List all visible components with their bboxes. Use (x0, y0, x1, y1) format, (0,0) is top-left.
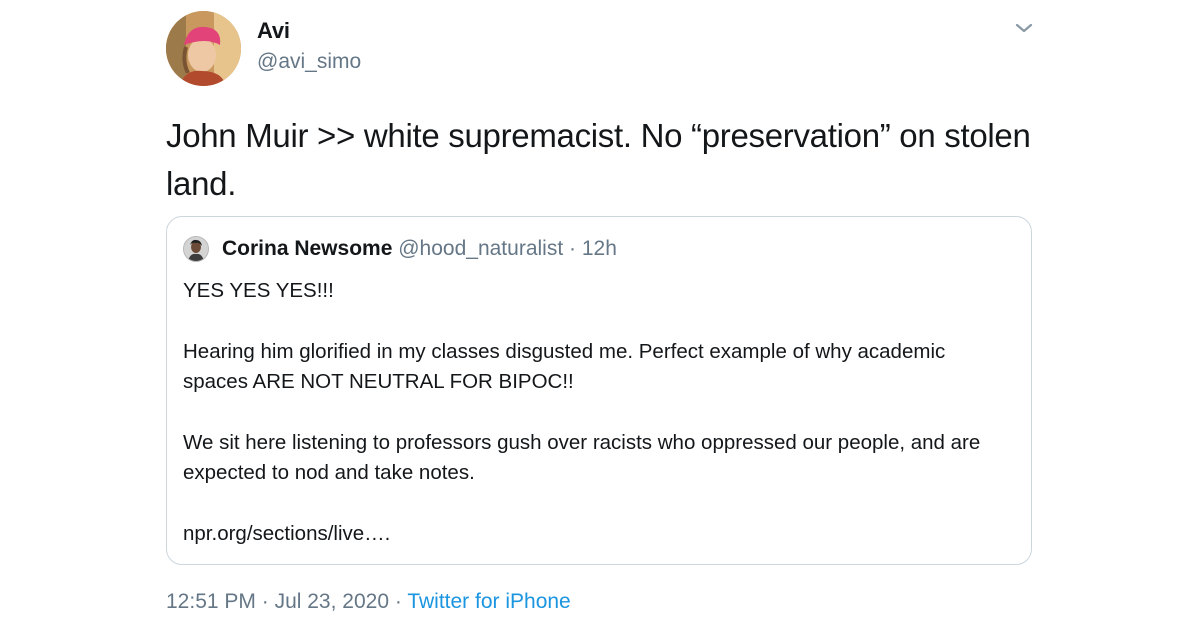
author-avatar[interactable] (166, 11, 241, 86)
header-separator: · (569, 237, 577, 260)
quoted-link[interactable]: npr.org/sections/live…. (183, 519, 1003, 549)
quoted-tweet-time[interactable]: 12h (582, 237, 617, 260)
author-name[interactable]: Avi (257, 18, 290, 44)
tweet: Avi @avi_simo John Muir >> white suprema… (0, 0, 1200, 628)
quoted-tweet-card[interactable]: Corina Newsome @hood_naturalist · 12h YE… (166, 216, 1032, 565)
tweet-date[interactable]: Jul 23, 2020 (275, 590, 389, 613)
quoted-author-name[interactable]: Corina Newsome (222, 237, 392, 260)
quoted-paragraph: We sit here listening to professors gush… (183, 431, 981, 484)
quoted-paragraph: YES YES YES!!! (183, 279, 334, 302)
tweet-meta: 12:51 PM · Jul 23, 2020 · Twitter for iP… (166, 590, 571, 614)
quoted-tweet-text: YES YES YES!!! Hearing him glorified in … (183, 276, 1003, 549)
quoted-paragraph: Hearing him glorified in my classes disg… (183, 340, 946, 393)
meta-separator: · (261, 590, 269, 613)
quoted-author-handle[interactable]: @hood_naturalist (398, 237, 563, 260)
meta-separator: · (394, 590, 402, 613)
quoted-tweet-header: Corina Newsome @hood_naturalist · 12h (222, 237, 617, 261)
author-handle[interactable]: @avi_simo (257, 50, 361, 74)
tweet-source-link[interactable]: Twitter for iPhone (407, 590, 570, 613)
tweet-time[interactable]: 12:51 PM (166, 590, 256, 613)
tweet-text: John Muir >> white supremacist. No “pres… (166, 117, 1031, 202)
avatar-image (166, 11, 241, 86)
quoted-author-avatar (183, 236, 209, 262)
chevron-down-icon[interactable] (1012, 18, 1036, 38)
